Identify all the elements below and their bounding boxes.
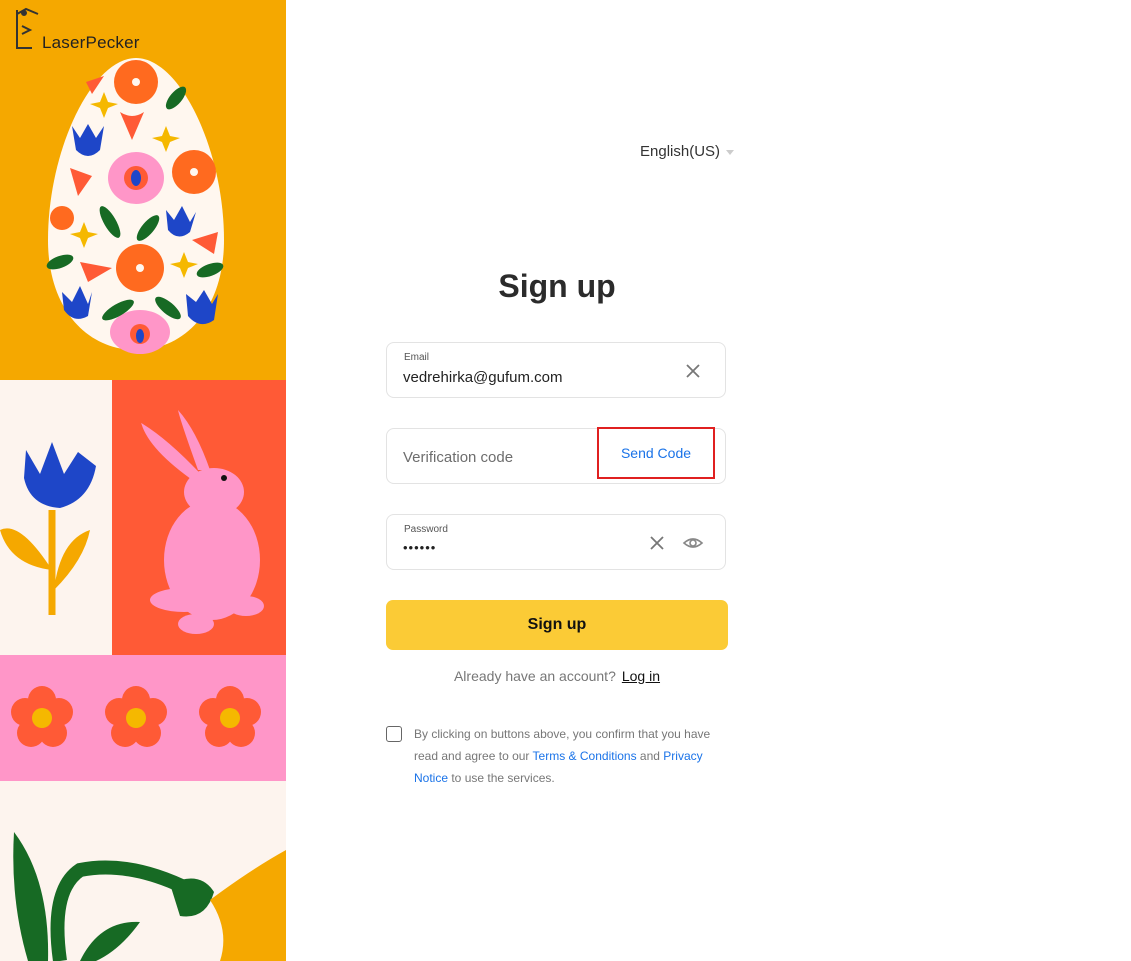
- email-input[interactable]: [403, 369, 643, 386]
- send-code-button[interactable]: Send Code: [597, 427, 715, 479]
- signup-button[interactable]: Sign up: [386, 600, 728, 650]
- verification-code-input[interactable]: Verification code: [403, 449, 513, 466]
- password-field-container: Password ••••••: [386, 514, 726, 570]
- password-label: Password: [404, 524, 448, 535]
- language-label: English(US): [640, 143, 721, 160]
- signup-panel: English(US) Sign up Email Verification c…: [286, 0, 1131, 961]
- agreement-text-middle: and: [636, 749, 664, 763]
- agreement-text: By clicking on buttons above, you confir…: [414, 723, 719, 789]
- eye-icon[interactable]: [682, 534, 704, 552]
- password-input[interactable]: ••••••: [403, 540, 643, 555]
- hero-illustration: LaserPecker: [0, 0, 286, 961]
- login-link[interactable]: Log in: [622, 668, 660, 684]
- email-field-container: Email: [386, 342, 726, 398]
- brand-name: LaserPecker: [42, 33, 140, 52]
- flower-row-illustration: [11, 686, 261, 747]
- login-prompt-row: Already have an account? Log in: [386, 668, 728, 684]
- chevron-down-icon: [726, 150, 735, 155]
- agreement-checkbox[interactable]: [386, 726, 402, 742]
- clear-icon[interactable]: [648, 534, 666, 552]
- agreement-text-end: to use the services.: [448, 771, 555, 785]
- easter-artwork: [0, 0, 286, 961]
- login-prompt-text: Already have an account?: [453, 668, 616, 684]
- clear-icon[interactable]: [684, 362, 702, 380]
- email-label: Email: [404, 352, 430, 363]
- language-selector[interactable]: English(US): [640, 143, 735, 160]
- terms-link[interactable]: Terms & Conditions: [533, 749, 637, 763]
- page-title: Sign up: [498, 268, 616, 304]
